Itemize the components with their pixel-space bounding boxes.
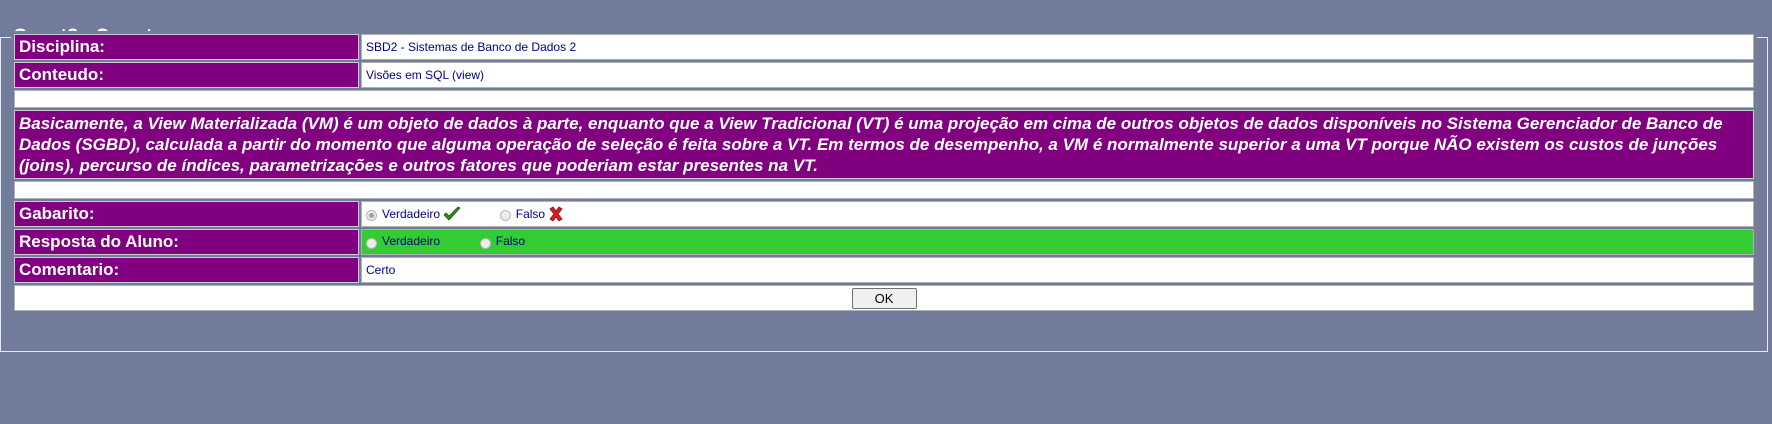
resposta-row: Resposta do Aluno: Verdadeiro Falso: [14, 229, 1754, 255]
resposta-option-true[interactable]: Verdadeiro: [366, 234, 441, 249]
resposta-options: Verdadeiro Falso: [361, 229, 1754, 255]
resposta-option-true-label: Verdadeiro: [382, 234, 441, 249]
spacer-cell: [14, 181, 1754, 199]
check-icon: [443, 206, 461, 221]
ok-cell: OK: [14, 285, 1754, 311]
comentario-value: Certo: [361, 257, 1754, 283]
gabarito-radio-false[interactable]: [499, 210, 511, 222]
question-table: Disciplina: SBD2 - Sistemas de Banco de …: [11, 31, 1757, 314]
resposta-radio-false[interactable]: [479, 237, 491, 249]
disciplina-value: SBD2 - Sistemas de Banco de Dados 2: [361, 34, 1754, 60]
spacer-cell: [14, 90, 1754, 108]
disciplina-label: Disciplina:: [14, 34, 359, 60]
comentario-label: Comentario:: [14, 257, 359, 283]
resposta-radio-true[interactable]: [366, 237, 377, 249]
resposta-option-false-label: Falso: [495, 234, 526, 249]
comentario-row: Comentario: Certo: [14, 257, 1754, 283]
gabarito-label: Gabarito:: [14, 201, 359, 227]
gabarito-option-true-label: Verdadeiro: [382, 206, 441, 221]
gabarito-options: Verdadeiro Falso: [361, 201, 1754, 227]
conteudo-value: Visões em SQL (view): [361, 62, 1754, 88]
disciplina-row: Disciplina: SBD2 - Sistemas de Banco de …: [14, 34, 1754, 60]
conteudo-label: Conteudo:: [14, 62, 359, 88]
resposta-option-false[interactable]: Falso: [479, 234, 526, 249]
gabarito-radio-true[interactable]: [366, 210, 377, 222]
cross-icon: [549, 206, 563, 222]
gabarito-row: Gabarito: Verdadeiro Falso: [14, 201, 1754, 227]
gabarito-option-false-label: Falso: [515, 206, 546, 221]
question-text: Basicamente, a View Materializada (VM) é…: [14, 110, 1754, 179]
gabarito-option-false[interactable]: Falso: [499, 206, 564, 222]
ok-button[interactable]: OK: [851, 287, 917, 309]
blank-row-bottom: [14, 181, 1754, 199]
gabarito-option-true[interactable]: Verdadeiro: [366, 206, 461, 222]
conteudo-row: Conteudo: Visões em SQL (view): [14, 62, 1754, 88]
blank-row-top: [14, 90, 1754, 108]
question-row: Basicamente, a View Materializada (VM) é…: [14, 110, 1754, 179]
ok-row: OK: [14, 285, 1754, 311]
resposta-label: Resposta do Aluno:: [14, 229, 359, 255]
